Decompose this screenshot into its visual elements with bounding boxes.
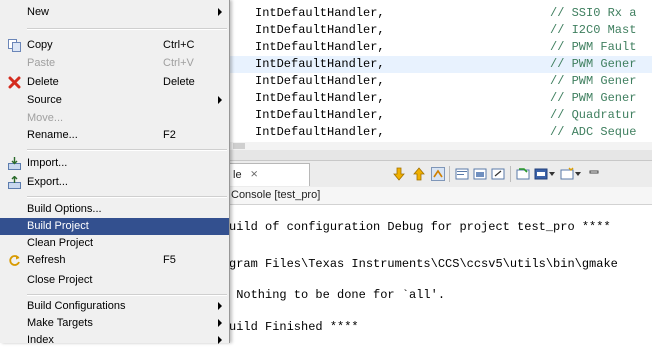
menu-item-close-project[interactable]: Close Project — [0, 272, 229, 289]
code-editor[interactable]: IntDefaultHandler,// SSI0 Rx a IntDefaul… — [229, 0, 652, 150]
code-line: IntDefaultHandler,// ADC Seque — [255, 125, 637, 139]
submenu-arrow-icon — [218, 96, 222, 104]
import-icon — [8, 157, 21, 170]
scrollbar-thumb[interactable] — [233, 143, 245, 149]
context-menu: New Copy Ctrl+C Paste Ctrl+V Delete Dele… — [0, 0, 230, 346]
pin-console-icon[interactable] — [491, 167, 505, 181]
delete-icon — [8, 76, 21, 89]
display-selected-console-icon[interactable] — [516, 167, 530, 181]
menu-item-refresh[interactable]: Refresh F5 — [0, 252, 229, 269]
menu-item-build-options[interactable]: Build Options... — [0, 201, 229, 218]
menu-separator — [27, 196, 227, 198]
scroll-lock-icon[interactable] — [473, 167, 487, 181]
code-line: IntDefaultHandler,// I2C0 Mast — [255, 23, 637, 37]
close-icon[interactable]: ⨯ — [250, 164, 258, 186]
menu-item-import[interactable]: Import... — [0, 155, 229, 172]
code-line: IntDefaultHandler,// PWM Fault — [255, 40, 637, 54]
menu-item-move[interactable]: Move... — [0, 110, 229, 127]
refresh-icon — [9, 255, 20, 266]
submenu-arrow-icon — [218, 302, 222, 310]
code-line: IntDefaultHandler,// PWM Gener — [255, 74, 637, 88]
console-line: uild of configuration Debug for project … — [229, 220, 611, 234]
copy-icon — [8, 39, 21, 52]
console-line: Nothing to be done for `all'. — [229, 288, 446, 302]
menu-item-export[interactable]: Export... — [0, 174, 229, 191]
console-toolbar: le ⨯ — [229, 160, 652, 188]
menu-item-rename[interactable]: Rename... F2 — [0, 127, 229, 144]
menu-item-build-configurations[interactable]: Build Configurations — [0, 298, 229, 315]
menu-item-delete[interactable]: Delete Delete — [0, 74, 229, 91]
minimize-icon[interactable] — [587, 167, 601, 181]
export-icon — [8, 176, 21, 189]
toolbar-separator — [449, 166, 450, 182]
arrow-down-icon[interactable] — [392, 167, 406, 181]
chevron-down-icon[interactable] — [548, 167, 556, 181]
menu-item-clean-project[interactable]: Clean Project — [0, 235, 229, 252]
code-line: IntDefaultHandler,// SSI0 Rx a — [255, 6, 637, 20]
submenu-arrow-icon — [218, 319, 222, 327]
console-view-tab[interactable]: le ⨯ — [229, 163, 310, 186]
console-line: gram Files\Texas Instruments\CCS\ccsv5\u… — [229, 257, 618, 271]
code-line: IntDefaultHandler,// Quadratur — [255, 108, 637, 122]
menu-item-copy[interactable]: Copy Ctrl+C — [0, 37, 229, 54]
arrow-up-icon[interactable] — [412, 167, 426, 181]
toolbar-separator — [510, 166, 511, 182]
menu-item-index[interactable]: Index — [0, 332, 229, 349]
menu-item-build-project[interactable]: Build Project — [0, 218, 229, 235]
menu-item-paste[interactable]: Paste Ctrl+V — [0, 55, 229, 72]
link-with-editor-icon[interactable] — [431, 167, 445, 181]
code-line-current: IntDefaultHandler,// PWM Gener — [229, 56, 652, 73]
code-line: IntDefaultHandler,// PWM Gener — [255, 91, 637, 105]
menu-separator — [27, 28, 227, 30]
console-line: uild Finished **** — [229, 320, 359, 334]
chevron-down-icon[interactable] — [574, 167, 582, 181]
console-title-bar: Console [test_pro] — [229, 187, 652, 205]
view-sash[interactable] — [229, 150, 652, 160]
menu-separator — [27, 294, 227, 296]
console-title: Console [test_pro] — [231, 189, 321, 201]
horizontal-scrollbar[interactable] — [229, 142, 652, 150]
menu-item-make-targets[interactable]: Make Targets — [0, 315, 229, 332]
open-console-icon[interactable] — [534, 167, 548, 181]
console-output[interactable]: uild of configuration Debug for project … — [229, 205, 652, 343]
menu-item-source[interactable]: Source — [0, 92, 229, 109]
submenu-arrow-icon — [218, 8, 222, 16]
menu-item-new[interactable]: New — [0, 4, 229, 21]
new-console-icon[interactable] — [560, 167, 574, 181]
menu-separator — [27, 149, 227, 151]
clear-console-icon[interactable] — [455, 167, 469, 181]
